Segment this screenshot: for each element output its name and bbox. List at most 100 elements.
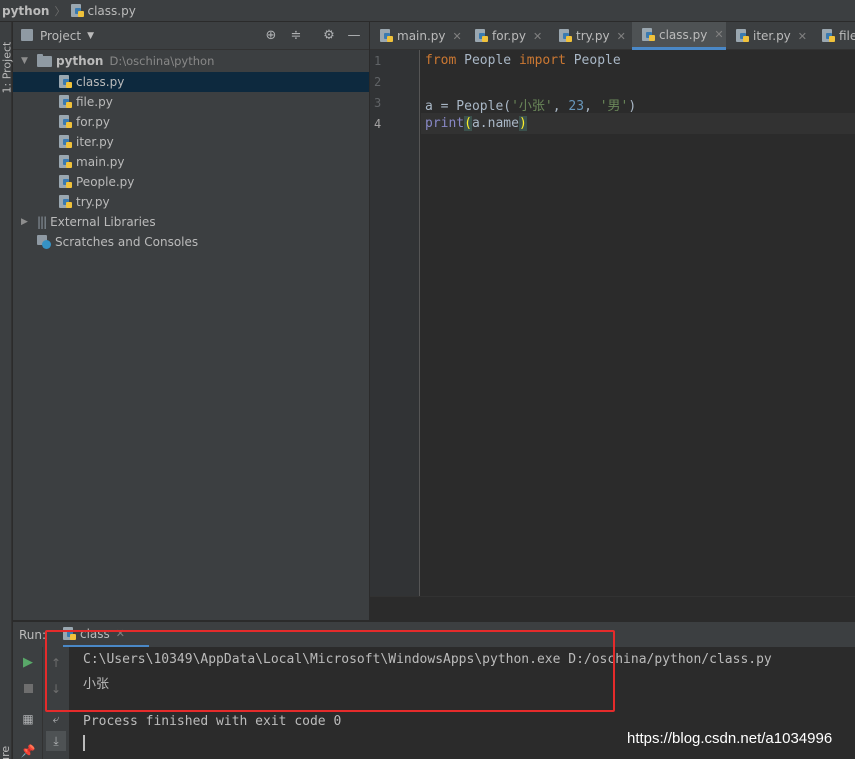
pin-icon[interactable]: 📌 (18, 741, 38, 759)
close-icon[interactable]: ✕ (798, 30, 807, 43)
tree-file-main[interactable]: main.py (13, 152, 369, 172)
close-icon[interactable]: ✕ (533, 30, 542, 43)
matched-paren: ) (518, 116, 527, 131)
project-view-title[interactable]: Project (40, 29, 81, 43)
watermark: https://blog.csdn.net/a1034996 (627, 730, 833, 747)
project-tool-window-button[interactable]: 1: Project (1, 42, 14, 94)
root-folder-name: python (56, 54, 104, 68)
python-file-icon (822, 29, 835, 43)
tree-file-try[interactable]: try.py (13, 192, 369, 212)
tab-label: file (839, 29, 855, 43)
code-text: , (552, 99, 569, 114)
locate-file-icon[interactable]: ⊕ (263, 28, 279, 44)
module-name: People (456, 53, 519, 68)
chevron-down-icon[interactable]: ▼ (87, 31, 94, 41)
file-name: file.py (76, 95, 113, 109)
close-icon[interactable]: ✕ (453, 30, 462, 43)
tab-label: try.py (576, 29, 610, 43)
expanded-arrow-icon[interactable]: ▼ (21, 56, 31, 66)
run-toolbar: ▶ ▦ 📌 (13, 647, 43, 759)
breadcrumb-project[interactable]: python (2, 4, 49, 18)
line-number-gutter: 1 2 3 4 (370, 50, 420, 596)
builtin-function: print (425, 116, 465, 131)
python-file-icon (380, 29, 393, 43)
gear-icon[interactable]: ⚙ (321, 28, 337, 44)
class-name: People (565, 53, 621, 68)
file-name: try.py (76, 195, 110, 209)
layout-icon[interactable]: ▦ (18, 709, 38, 729)
collapse-all-icon[interactable]: ≑ (288, 28, 304, 44)
structure-tool-window-button[interactable]: ucture (0, 746, 12, 759)
line-number: 2 (374, 75, 382, 89)
libraries-icon: ||| (37, 215, 47, 229)
code-text: a.name (471, 116, 519, 131)
tree-file-for[interactable]: for.py (13, 112, 369, 132)
tab-main[interactable]: main.py ✕ (380, 22, 462, 50)
breadcrumb-separator-icon: 〉 (54, 4, 66, 18)
tab-for[interactable]: for.py ✕ (475, 22, 542, 50)
project-panel: Project ▼ ⊕ ≑ ⚙ — ▼ python D:\oschina\py… (13, 22, 369, 620)
python-file-icon (642, 27, 655, 42)
matched-paren: ( (464, 116, 472, 131)
tab-try[interactable]: try.py ✕ (559, 22, 626, 50)
file-name: iter.py (76, 135, 114, 149)
python-file-icon (559, 29, 572, 43)
close-icon[interactable]: ✕ (714, 28, 723, 41)
python-file-icon (59, 135, 72, 149)
code-line-3: a = People('小张', 23, '男') (425, 95, 636, 114)
breadcrumb: python 〉 class.py (0, 0, 855, 22)
code-text: ) (628, 99, 637, 114)
soft-wrap-icon[interactable]: ⤶ (46, 709, 66, 729)
tab-iter[interactable]: iter.py ✕ (736, 22, 807, 50)
tree-file-iter[interactable]: iter.py (13, 132, 369, 152)
file-name: class.py (76, 75, 125, 89)
python-file-icon (59, 175, 72, 189)
code-editor[interactable]: 1 2 3 4 from People import People a = Pe… (370, 50, 855, 596)
external-libraries-label: External Libraries (50, 215, 156, 229)
code-text: , (584, 99, 600, 114)
code-line-1: from People import People (425, 53, 621, 68)
code-line-4: print(a.name) (425, 116, 527, 131)
line-number: 1 (374, 54, 382, 68)
python-file-icon (59, 115, 72, 129)
file-name: main.py (76, 155, 125, 169)
tree-root-folder[interactable]: ▼ python D:\oschina\python (13, 51, 369, 71)
editor-tab-bar: main.py ✕ for.py ✕ try.py ✕ class.py ✕ i… (370, 22, 855, 50)
tab-file[interactable]: file (822, 22, 855, 50)
folder-icon (37, 53, 52, 67)
line-number: 4 (374, 117, 382, 131)
file-name: for.py (76, 115, 110, 129)
breadcrumb-file[interactable]: class.py (87, 4, 135, 18)
root-folder-path: D:\oschina\python (109, 54, 215, 68)
string-literal: '小张' (511, 99, 553, 114)
python-file-icon (59, 75, 72, 89)
hide-panel-icon[interactable]: — (346, 28, 362, 44)
editor-bottom-area (370, 596, 855, 620)
tree-file-file[interactable]: file.py (13, 92, 369, 112)
rerun-icon[interactable]: ▶ (18, 653, 38, 673)
project-view-icon (21, 29, 33, 41)
scratches-label: Scratches and Consoles (55, 235, 199, 249)
number-literal: 23 (568, 99, 585, 114)
tree-file-class[interactable]: class.py (13, 72, 369, 92)
keyword: from (425, 53, 457, 68)
collapsed-arrow-icon[interactable]: ▶ (21, 217, 31, 227)
python-file-icon (736, 29, 749, 43)
tab-label: iter.py (753, 29, 791, 43)
file-name: People.py (76, 175, 135, 189)
tab-label: class.py (659, 27, 708, 42)
tree-scratches[interactable]: Scratches and Consoles (13, 232, 369, 252)
console-cursor (83, 735, 85, 751)
tab-label: main.py (397, 29, 446, 43)
close-icon[interactable]: ✕ (617, 30, 626, 43)
stop-icon[interactable] (18, 679, 38, 699)
tree-file-people[interactable]: People.py (13, 172, 369, 192)
python-file-icon (475, 29, 488, 43)
tab-label: for.py (492, 29, 526, 43)
project-panel-header: Project ▼ ⊕ ≑ ⚙ — (13, 22, 369, 50)
python-file-icon (59, 95, 72, 109)
tree-external-libraries[interactable]: ▶ ||| External Libraries (13, 212, 369, 232)
tab-class[interactable]: class.py ✕ (632, 22, 726, 50)
python-file-icon (59, 195, 72, 209)
scroll-to-end-icon[interactable]: ⤓ (46, 731, 66, 751)
